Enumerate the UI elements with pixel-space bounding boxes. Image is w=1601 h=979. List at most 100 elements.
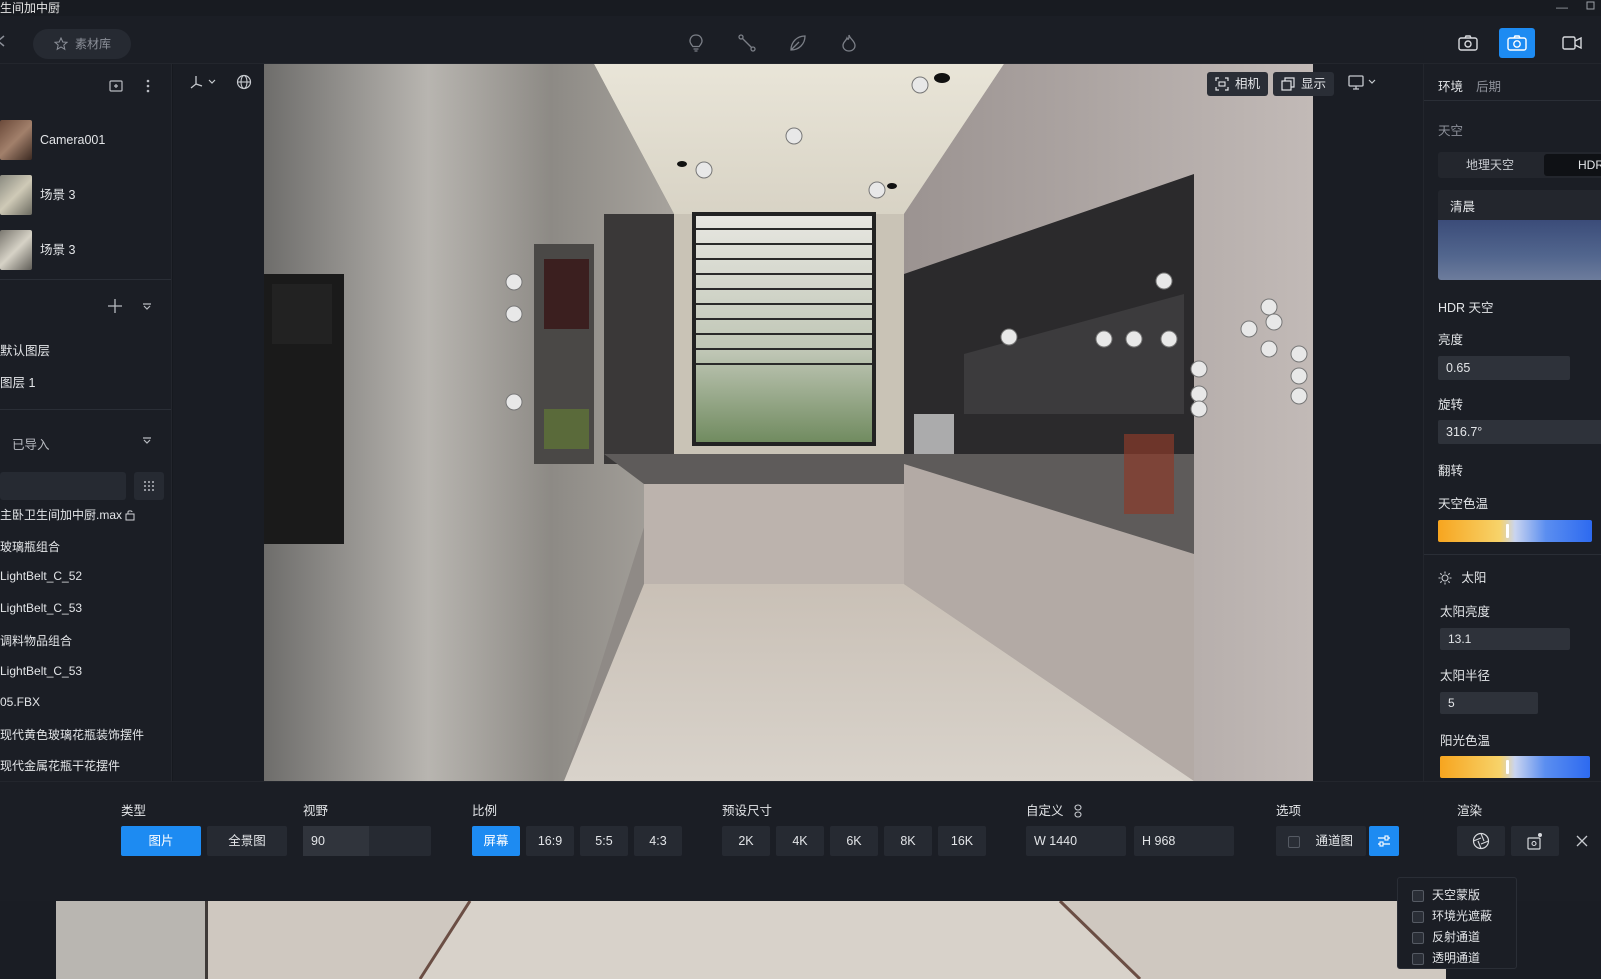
grid-view-button[interactable] <box>134 472 164 500</box>
type-panorama-button[interactable]: 全景图 <box>207 826 287 856</box>
file-item[interactable]: LightBelt_C_53 <box>0 664 82 678</box>
preset-2k-button[interactable]: 2K <box>722 826 770 856</box>
render-export-button[interactable] <box>1511 826 1559 856</box>
ratio-screen-button[interactable]: 屏幕 <box>472 826 520 856</box>
sky-temp-slider[interactable] <box>1438 520 1592 542</box>
restore-icon <box>1586 1 1595 10</box>
kitchen-render-image <box>264 64 1313 781</box>
close-bar-button[interactable] <box>1565 826 1599 856</box>
camera-icon[interactable] <box>1499 28 1535 58</box>
rotation-input[interactable]: 316.7° <box>1438 420 1601 444</box>
add-camera-icon[interactable] <box>108 78 124 94</box>
material-library-button[interactable]: 素材库 <box>33 29 131 59</box>
display-button[interactable]: 显示 <box>1273 72 1335 96</box>
lock-icon <box>125 510 135 521</box>
preset-16k-button[interactable]: 16K <box>938 826 986 856</box>
sky-section-title: 天空 <box>1438 124 1464 138</box>
file-item[interactable]: 玻璃瓶组合 <box>0 538 60 555</box>
layers-icon <box>1281 77 1295 91</box>
render-settings-button[interactable] <box>1457 826 1505 856</box>
file-item[interactable]: LightBelt_C_52 <box>0 569 82 583</box>
channel-label: 通道图 <box>1315 834 1353 848</box>
sliders-icon <box>1378 835 1390 847</box>
preset-6k-button[interactable]: 6K <box>830 826 878 856</box>
render-viewport[interactable]: 相机 显示 <box>173 64 1423 781</box>
sky-temp-knob[interactable] <box>1505 524 1509 538</box>
video-icon[interactable] <box>1554 28 1590 58</box>
leaf-icon[interactable] <box>787 34 809 56</box>
camera-view-button[interactable]: 相机 <box>1207 72 1269 96</box>
option-item[interactable]: 环境光遮蔽 <box>1412 907 1492 924</box>
preset-4k-button[interactable]: 4K <box>776 826 824 856</box>
option-checkbox[interactable] <box>1412 931 1424 944</box>
hdr-sky-option[interactable]: HDR <box>1544 154 1601 176</box>
option-item[interactable]: 反射通道 <box>1412 928 1480 945</box>
type-image-button[interactable]: 图片 <box>121 826 201 856</box>
render-label: 渲染 <box>1457 804 1483 818</box>
window-title: 生间加中厨 <box>0 1 61 15</box>
preset-8k-button[interactable]: 8K <box>884 826 932 856</box>
left-panel: Camera001 场景 3 场景 3 默认图层 图层 1 已导入 主卧卫生间加 <box>0 64 172 781</box>
sky-preset-card[interactable]: 清晨 <box>1438 190 1601 280</box>
material-library-label: 素材库 <box>75 37 112 51</box>
sun-temp-knob[interactable] <box>1506 760 1509 774</box>
sun-brightness-input[interactable]: 13.1 <box>1440 628 1570 650</box>
sky-preset-name: 清晨 <box>1450 200 1476 214</box>
file-item[interactable]: 现代黄色玻璃花瓶装饰摆件 <box>0 726 144 743</box>
layer-item[interactable]: 图层 1 <box>0 372 35 391</box>
restore-button[interactable] <box>1580 0 1600 16</box>
layer-collapse-icon[interactable] <box>142 302 152 314</box>
lightbulb-icon[interactable] <box>685 34 707 56</box>
imported-collapse-icon[interactable] <box>142 436 152 448</box>
geo-sky-option[interactable]: 地理天空 <box>1438 152 1542 178</box>
camera-list-item[interactable]: Camera001 <box>0 114 171 166</box>
fov-input[interactable]: 90 <box>303 826 431 856</box>
ratio-4-3-button[interactable]: 4:3 <box>634 826 682 856</box>
option-checkbox[interactable] <box>1412 910 1424 923</box>
option-checkbox[interactable] <box>1412 889 1424 902</box>
sun-icon <box>1438 571 1452 585</box>
options-settings-button[interactable] <box>1369 826 1399 856</box>
camera-list-item[interactable]: 场景 3 <box>0 169 171 221</box>
sky-mode-switch: 地理天空 HDR <box>1438 152 1601 178</box>
camera-list-item[interactable]: 场景 3 <box>0 224 171 276</box>
sun-radius-input[interactable]: 5 <box>1440 692 1538 714</box>
more-icon[interactable] <box>140 78 156 94</box>
link-icon[interactable] <box>1073 804 1083 818</box>
render-camera-icon[interactable] <box>1450 28 1486 58</box>
file-item[interactable]: 05.FBX <box>0 695 40 709</box>
file-item[interactable]: 调料物品组合 <box>0 632 72 649</box>
channel-toggle[interactable]: 通道图 <box>1276 826 1366 856</box>
file-item[interactable]: LightBelt_C_53 <box>0 601 82 615</box>
add-layer-icon[interactable] <box>108 296 122 319</box>
render-preview-strip <box>0 901 1601 979</box>
file-item[interactable]: 现代金属花瓶干花摆件 <box>0 757 120 774</box>
brightness-input[interactable]: 0.65 <box>1438 356 1570 380</box>
connect-icon[interactable] <box>736 34 758 56</box>
screen-mode-icon[interactable] <box>1348 74 1378 96</box>
height-input[interactable]: H 968 <box>1134 826 1234 856</box>
sun-temp-label: 阳光色温 <box>1440 734 1491 748</box>
custom-size-label: 自定义 <box>1026 800 1083 819</box>
ratio-16-9-button[interactable]: 16:9 <box>526 826 574 856</box>
option-item[interactable]: 透明通道 <box>1412 949 1480 966</box>
file-item[interactable]: 主卧卫生间加中厨.max <box>0 506 135 523</box>
minimize-button[interactable]: — <box>1552 0 1572 16</box>
option-item[interactable]: 天空蒙版 <box>1412 886 1480 903</box>
layer-item[interactable]: 默认图层 <box>0 340 50 359</box>
tab-environment[interactable]: 环境 <box>1438 76 1463 95</box>
channel-checkbox[interactable] <box>1288 835 1300 848</box>
ratio-5-5-button[interactable]: 5:5 <box>580 826 628 856</box>
export-icon <box>1527 833 1542 850</box>
axis-tool-icon[interactable] <box>189 74 217 96</box>
tab-postprocess[interactable]: 后期 <box>1476 76 1501 95</box>
width-input[interactable]: W 1440 <box>1026 826 1126 856</box>
flame-icon[interactable] <box>838 34 860 56</box>
globe-icon[interactable] <box>236 74 252 96</box>
grid-icon <box>144 481 154 491</box>
sun-section-header: 太阳 <box>1438 567 1486 586</box>
back-icon[interactable] <box>0 34 10 48</box>
imported-search-input[interactable] <box>0 472 126 500</box>
sun-temp-slider[interactable] <box>1440 756 1590 778</box>
option-checkbox[interactable] <box>1412 952 1424 965</box>
